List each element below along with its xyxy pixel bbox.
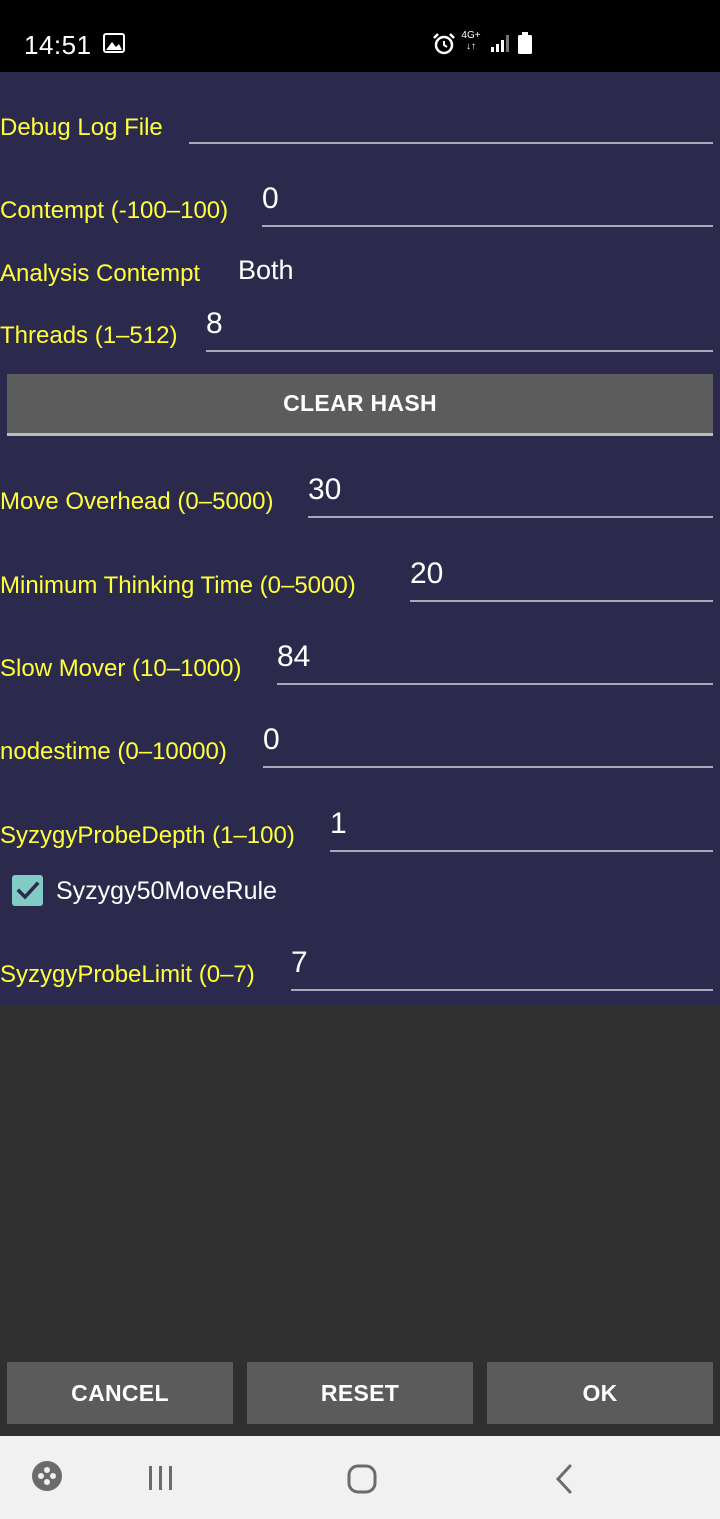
home-icon[interactable] xyxy=(346,1463,378,1500)
slow-mover-input[interactable]: 84 xyxy=(277,640,713,685)
threads-value: 8 xyxy=(206,307,223,340)
checkmark-icon xyxy=(16,881,40,900)
reset-button[interactable]: RESET xyxy=(247,1362,473,1424)
status-time: 14:51 xyxy=(24,30,92,60)
move-overhead-row: Move Overhead (0–5000) 30 xyxy=(0,466,720,526)
debug-log-file-row: Debug Log File xyxy=(0,92,720,152)
alarm-icon xyxy=(432,32,456,61)
ok-button[interactable]: OK xyxy=(487,1362,713,1424)
threads-label: Threads (1–512) xyxy=(0,322,178,349)
contempt-input[interactable]: 0 xyxy=(262,182,713,227)
engine-options-panel: Debug Log File Contempt (-100–100) 0 Ana… xyxy=(0,72,720,1006)
syzygy-probe-depth-label: SyzygyProbeDepth (1–100) xyxy=(0,822,295,849)
slow-mover-value: 84 xyxy=(277,640,311,673)
network-type-label: 4G+ ↓↑ xyxy=(460,30,482,52)
clear-hash-button[interactable]: CLEAR HASH xyxy=(7,374,713,436)
syzygy-50-move-rule-row[interactable]: Syzygy50MoveRule xyxy=(0,867,720,923)
min-thinking-time-row: Minimum Thinking Time (0–5000) 20 xyxy=(0,550,720,610)
syzygy-50-move-rule-checkbox[interactable] xyxy=(12,875,43,906)
network-type-top: 4G+ xyxy=(461,30,481,41)
slow-mover-label: Slow Mover (10–1000) xyxy=(0,655,242,682)
syzygy-probe-depth-input[interactable]: 1 xyxy=(330,807,713,852)
contempt-row: Contempt (-100–100) 0 xyxy=(0,175,720,235)
threads-input[interactable]: 8 xyxy=(206,307,713,352)
contempt-label: Contempt (-100–100) xyxy=(0,197,229,224)
analysis-contempt-select[interactable]: Both xyxy=(238,255,294,286)
network-activity-arrows: ↓↑ xyxy=(466,41,476,52)
syzygy-probe-limit-label: SyzygyProbeLimit (0–7) xyxy=(0,961,255,988)
move-overhead-value: 30 xyxy=(308,473,342,506)
nodestime-label: nodestime (0–10000) xyxy=(0,738,227,765)
signal-icon xyxy=(490,34,512,57)
syzygy-50-move-rule-label: Syzygy50MoveRule xyxy=(56,877,277,905)
syzygy-probe-depth-row: SyzygyProbeDepth (1–100) 1 xyxy=(0,800,720,860)
analysis-contempt-row[interactable]: Analysis Contempt Both xyxy=(0,238,720,298)
battery-icon xyxy=(518,32,532,59)
syzygy-probe-limit-row: SyzygyProbeLimit (0–7) 7 xyxy=(0,939,720,999)
debug-log-file-label: Debug Log File xyxy=(0,114,163,141)
game-launcher-icon[interactable] xyxy=(31,1460,63,1497)
gallery-icon xyxy=(103,33,125,58)
recent-apps-icon[interactable] xyxy=(147,1466,175,1495)
move-overhead-input[interactable]: 30 xyxy=(308,473,713,518)
threads-row: Threads (1–512) 8 xyxy=(0,300,720,360)
nodestime-input[interactable]: 0 xyxy=(263,723,713,768)
cancel-button[interactable]: CANCEL xyxy=(7,1362,233,1424)
navigation-bar xyxy=(0,1436,720,1519)
debug-log-file-input[interactable] xyxy=(189,100,713,144)
move-overhead-label: Move Overhead (0–5000) xyxy=(0,488,274,515)
min-thinking-time-input[interactable]: 20 xyxy=(410,557,713,602)
nodestime-value: 0 xyxy=(263,723,280,756)
min-thinking-time-label: Minimum Thinking Time (0–5000) xyxy=(0,572,356,599)
status-bar: 14:51 4G+ ↓↑ xyxy=(0,0,720,72)
min-thinking-time-value: 20 xyxy=(410,557,444,590)
back-icon[interactable] xyxy=(553,1463,575,1500)
syzygy-probe-limit-value: 7 xyxy=(291,946,308,979)
nodestime-row: nodestime (0–10000) 0 xyxy=(0,716,720,776)
analysis-contempt-label: Analysis Contempt xyxy=(0,260,201,287)
slow-mover-row: Slow Mover (10–1000) 84 xyxy=(0,633,720,693)
syzygy-probe-depth-value: 1 xyxy=(330,807,347,840)
contempt-value: 0 xyxy=(262,182,279,215)
syzygy-probe-limit-input[interactable]: 7 xyxy=(291,946,713,991)
